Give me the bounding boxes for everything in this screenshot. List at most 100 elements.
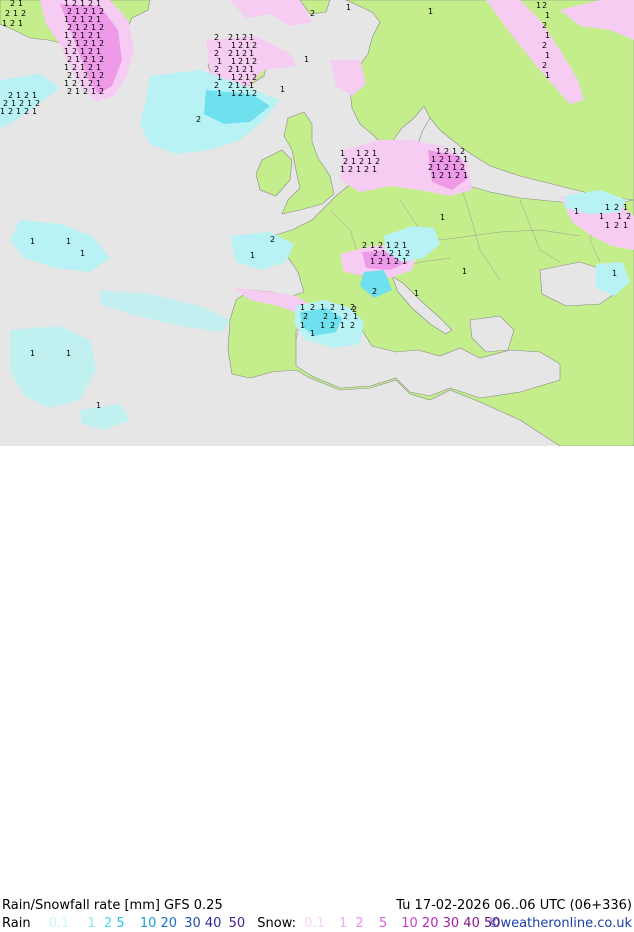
rate-marker: 2 — [21, 9, 26, 18]
snow-level-0.1: 0.1 — [304, 916, 325, 931]
rate-marker: 2 — [542, 41, 547, 50]
credit-link[interactable]: ©weatheronline.co.uk — [487, 916, 632, 932]
rate-marker: 1 — [447, 171, 452, 180]
rate-marker: 2 — [362, 241, 367, 250]
rate-marker: 2 — [24, 107, 29, 116]
rate-marker: 2 — [542, 21, 547, 30]
rate-marker: 1 — [440, 213, 445, 222]
rate-marker: 1 — [300, 321, 305, 330]
rate-marker: 1 — [545, 31, 550, 40]
rate-marker: 1 — [340, 165, 345, 174]
rate-marker: 1 — [2, 19, 7, 28]
rate-marker: 1 — [536, 1, 541, 10]
rate-marker: 1 — [231, 89, 236, 98]
rate-marker: 1 — [217, 89, 222, 98]
rate-marker: 1 — [545, 71, 550, 80]
rate-marker: 1 — [599, 212, 604, 221]
credit-text[interactable]: ©weatheronline.co.uk — [487, 916, 632, 931]
rate-marker: 1 — [16, 107, 21, 116]
rate-marker: 1 — [605, 221, 610, 230]
rate-marker: 1 — [623, 221, 628, 230]
rate-marker: 2 — [310, 9, 315, 18]
rate-marker: 1 — [30, 237, 35, 246]
rate-marker: 1 — [304, 55, 309, 64]
rain-level-10: 10 — [139, 916, 157, 931]
rate-marker: 1 — [91, 87, 96, 96]
rate-marker: 2 — [626, 212, 631, 221]
rate-marker: 1 — [340, 321, 345, 330]
rain-level-20: 20 — [160, 916, 178, 931]
rate-marker: 2 — [352, 305, 357, 314]
rain-level-50: 50 — [228, 916, 246, 931]
rate-marker: 2 — [10, 19, 15, 28]
chart-title: Rain/Snowfall rate [mm] GFS 0.25 — [2, 898, 223, 913]
rate-marker: 1 — [96, 401, 101, 410]
rate-marker: 1 — [300, 303, 305, 312]
rain-level-2: 2 — [103, 916, 113, 931]
rate-marker: 2 — [323, 312, 328, 321]
rate-marker: 1 — [370, 257, 375, 266]
rate-marker: 1 — [623, 203, 628, 212]
rate-marker: 1 — [66, 237, 71, 246]
rate-marker: 2 — [252, 89, 257, 98]
rain-level-0.1: 0.1 — [48, 916, 70, 931]
rate-marker: 2 — [542, 61, 547, 70]
rate-marker: 1 — [340, 303, 345, 312]
rate-marker: 1 — [431, 171, 436, 180]
rate-marker: 1 — [386, 257, 391, 266]
rate-marker: 1 — [66, 349, 71, 358]
rate-marker: 2 — [303, 312, 308, 321]
rate-marker: 1 — [574, 207, 579, 216]
footer: Rain/Snowfall rate [mm] GFS 0.25 Tu 17-0… — [0, 446, 634, 931]
rate-marker: 2 — [378, 257, 383, 266]
rain-legend-label: Rain — [2, 916, 31, 931]
snow-level-20: 20 — [421, 916, 439, 931]
rate-marker: 1 — [333, 312, 338, 321]
rate-marker: 1 — [250, 251, 255, 260]
rate-marker: 1 — [462, 267, 467, 276]
rain-level-40: 40 — [204, 916, 222, 931]
rate-marker: 2 — [270, 235, 275, 244]
rate-marker: 1 — [414, 289, 419, 298]
rate-marker: 2 — [67, 87, 72, 96]
rate-marker: 2 — [330, 303, 335, 312]
rate-marker: 2 — [614, 221, 619, 230]
forecast-datetime: Tu 17-02-2026 06..06 UTC (06+336) — [396, 898, 632, 913]
rate-marker: 2 — [364, 165, 369, 174]
rate-marker: 2 — [439, 171, 444, 180]
rate-marker: 1 — [545, 11, 550, 20]
rate-marker: 1 — [245, 89, 250, 98]
rate-marker: 1 — [346, 3, 351, 12]
rate-marker: 1 — [463, 171, 468, 180]
rate-marker: 2 — [350, 321, 355, 330]
rain-level-1: 1 — [87, 916, 96, 931]
rate-marker: 1 — [605, 203, 610, 212]
rate-marker: 1 — [75, 87, 80, 96]
rate-marker: 2 — [10, 0, 15, 8]
rate-marker: 1 — [612, 269, 617, 278]
rate-marker: 2 — [83, 87, 88, 96]
rate-marker: 1 — [18, 0, 23, 8]
snow-legend-label: Snow: — [257, 916, 296, 931]
rate-marker: 2 — [310, 303, 315, 312]
snow-level-40: 40 — [463, 916, 480, 931]
rate-marker: 1 — [310, 329, 315, 338]
snow-level-30: 30 — [442, 916, 460, 931]
rate-marker: 1 — [356, 165, 361, 174]
rain-level-5: 5 — [116, 916, 125, 931]
rate-marker: 1 — [0, 107, 5, 116]
rate-marker: 1 — [617, 212, 622, 221]
rate-marker: 1 — [320, 303, 325, 312]
rate-marker: 2 — [343, 312, 348, 321]
snow-level-5: 5 — [378, 916, 388, 931]
snow-level-10: 10 — [401, 916, 418, 931]
rate-marker: 2 — [455, 171, 460, 180]
rate-marker: 1 — [320, 321, 325, 330]
rate-marker: 1 — [280, 85, 285, 94]
rate-marker: 1 — [428, 7, 433, 16]
rate-marker: 1 — [545, 51, 550, 60]
rate-marker: 2 — [238, 89, 243, 98]
rate-marker: 2 — [614, 203, 619, 212]
rate-marker: 1 — [13, 9, 18, 18]
snow-level-1: 1 — [338, 916, 348, 931]
